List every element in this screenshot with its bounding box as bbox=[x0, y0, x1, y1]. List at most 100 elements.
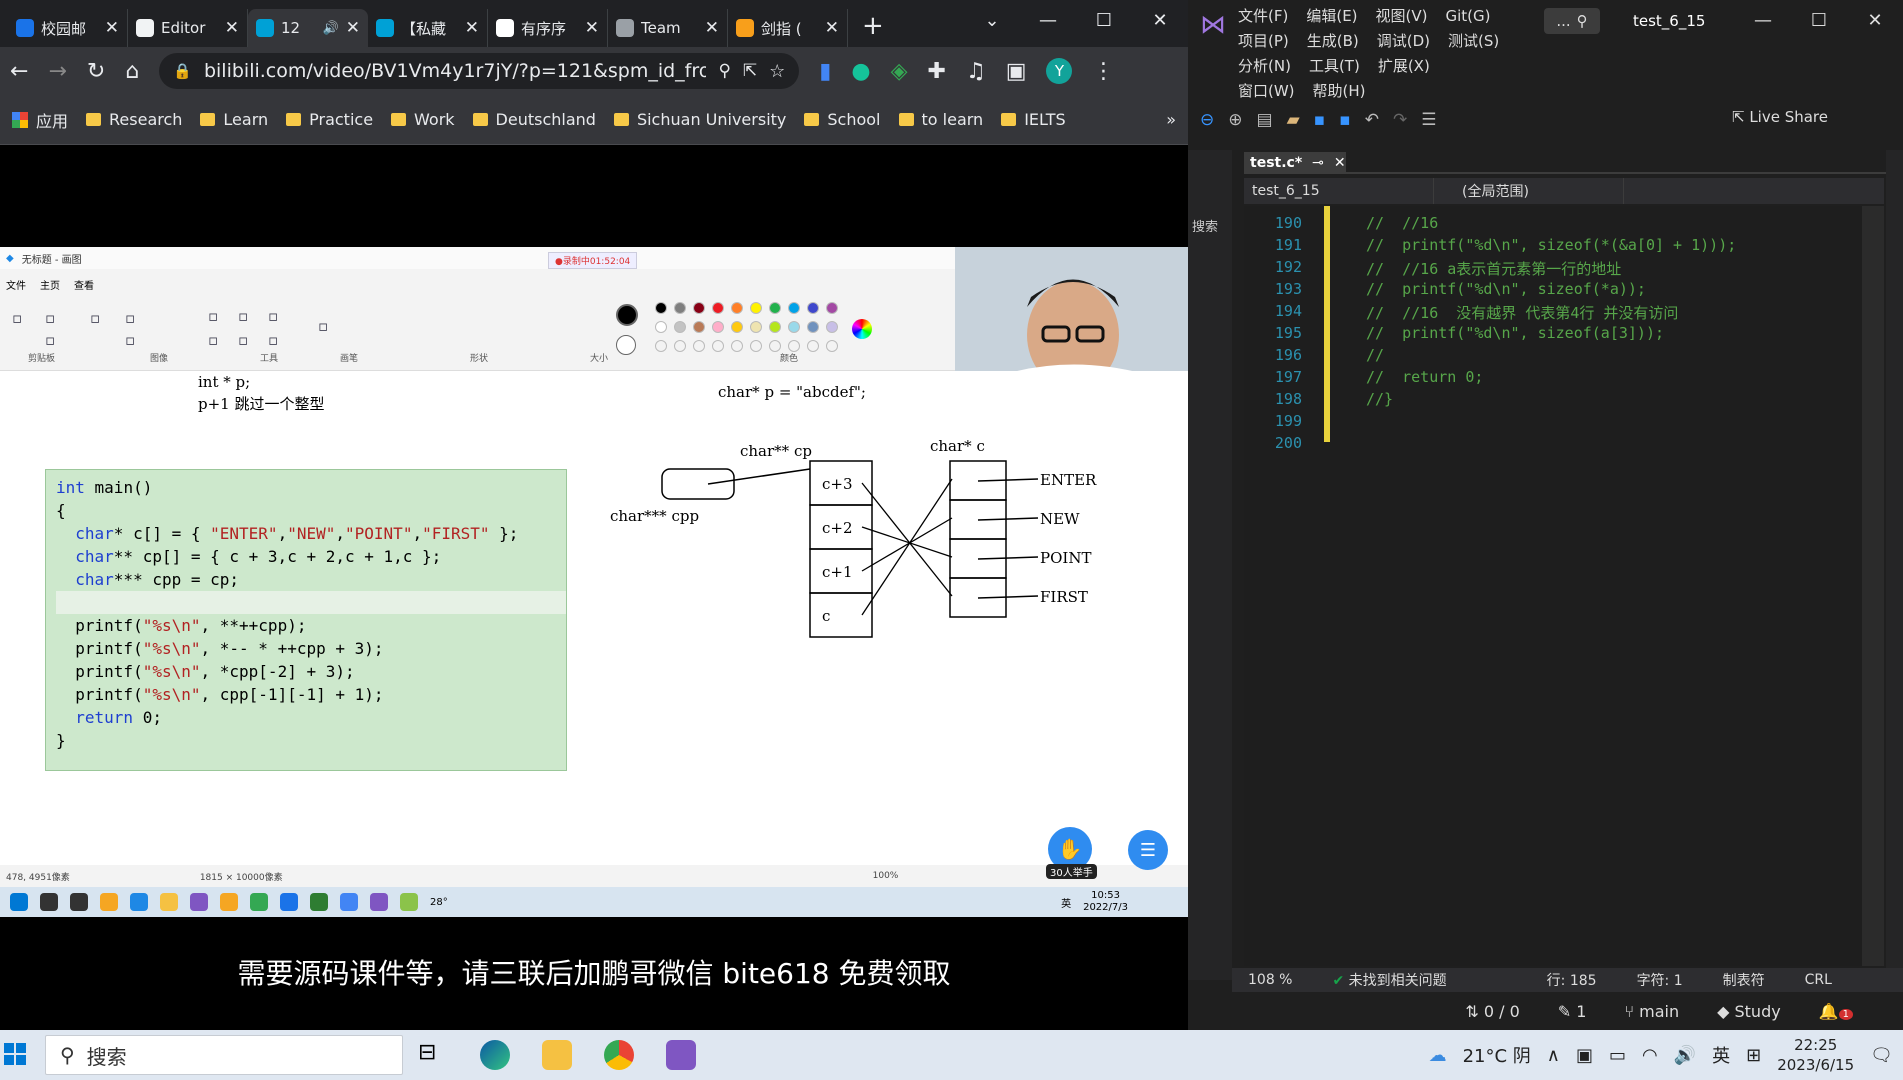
grammarly-extension-icon[interactable]: ● bbox=[851, 59, 870, 84]
copy-icon[interactable]: ▫ bbox=[45, 331, 55, 349]
back-icon[interactable]: ← bbox=[10, 59, 28, 84]
vs-menu-item[interactable]: 扩展(X) bbox=[1378, 54, 1430, 79]
doc-tab-test-c[interactable]: test.c* ⊸ ✕ bbox=[1244, 152, 1346, 174]
save-icon[interactable]: ▪ bbox=[1314, 110, 1326, 130]
browser-tab[interactable]: 剑指 (✕ bbox=[728, 9, 848, 47]
vs-menu-item[interactable]: 生成(B) bbox=[1307, 29, 1359, 54]
color-swatch[interactable] bbox=[655, 321, 667, 333]
weather-icon[interactable]: ☁ bbox=[1429, 1045, 1447, 1066]
inner-taskbar-app-icon[interactable] bbox=[160, 893, 178, 911]
tab-search-icon[interactable]: ⌄ bbox=[964, 0, 1020, 40]
empty-swatch[interactable] bbox=[674, 340, 686, 352]
resize-icon[interactable]: ▫ bbox=[125, 331, 135, 349]
vpn-extension-icon[interactable]: ◈ bbox=[891, 59, 908, 84]
tab-close-icon[interactable]: ✕ bbox=[585, 18, 599, 38]
issues-indicator[interactable]: ✔ 未找到相关问题 bbox=[1332, 970, 1446, 990]
scope-dropdown[interactable]: (全局范围) bbox=[1434, 178, 1624, 204]
color-swatch[interactable] bbox=[826, 321, 838, 333]
tab-close-icon[interactable]: ✕ bbox=[705, 18, 719, 38]
vs-menu-item[interactable]: Git(G) bbox=[1446, 4, 1491, 29]
new-item-icon[interactable]: ▤ bbox=[1257, 110, 1273, 130]
extensions-icon[interactable]: ✚ bbox=[928, 59, 946, 84]
empty-swatch[interactable] bbox=[807, 340, 819, 352]
vs-menu-item[interactable]: 文件(F) bbox=[1238, 4, 1288, 29]
task-view-icon[interactable]: ⊟ bbox=[418, 1040, 448, 1070]
reload-icon[interactable]: ↻ bbox=[87, 59, 105, 84]
bookmark-item[interactable]: 应用 bbox=[12, 108, 68, 132]
wifi-icon[interactable]: ◠ bbox=[1642, 1045, 1658, 1066]
color2-selector[interactable] bbox=[616, 335, 636, 355]
crop-icon[interactable]: ▫ bbox=[125, 309, 135, 327]
tray-chevron-icon[interactable]: ∧ bbox=[1547, 1045, 1560, 1066]
visual-studio-icon[interactable] bbox=[666, 1040, 696, 1070]
home-icon[interactable]: ⌂ bbox=[125, 59, 139, 84]
editor-zoom[interactable]: 108 % bbox=[1248, 972, 1292, 988]
vs-search-button[interactable]: ... ⚲ bbox=[1544, 8, 1600, 34]
browser-tab[interactable]: 有序序 ✕ bbox=[488, 9, 608, 47]
fill-icon[interactable]: ▫ bbox=[238, 307, 248, 325]
file-explorer-icon[interactable] bbox=[542, 1040, 572, 1070]
ime-indicator[interactable]: 英 bbox=[1712, 1042, 1730, 1068]
paint-menu-item[interactable]: 文件 bbox=[6, 277, 26, 292]
tab-close-icon[interactable]: ✕ bbox=[346, 18, 360, 38]
editor-scrollbar[interactable] bbox=[1862, 206, 1884, 966]
project-dropdown[interactable]: test_6_15 bbox=[1244, 178, 1434, 204]
battery-icon[interactable]: ▭ bbox=[1609, 1045, 1626, 1066]
color-swatch[interactable] bbox=[731, 302, 743, 314]
picker-icon[interactable]: ▫ bbox=[238, 331, 248, 349]
inner-taskbar-app-icon[interactable] bbox=[280, 893, 298, 911]
git-changes[interactable]: ⇅ 0 / 0 bbox=[1465, 1002, 1519, 1021]
empty-swatch[interactable] bbox=[712, 340, 724, 352]
bookmark-item[interactable]: Practice bbox=[286, 110, 373, 129]
paint-canvas[interactable]: int * p; p+1 跳过一个整型 char* p = "abcdef"; … bbox=[0, 371, 1188, 865]
empty-swatch[interactable] bbox=[769, 340, 781, 352]
profile-avatar[interactable]: Y bbox=[1046, 58, 1073, 84]
inner-taskbar-app-icon[interactable] bbox=[310, 893, 328, 911]
redo-icon[interactable]: ↷ bbox=[1393, 110, 1407, 130]
new-tab-button[interactable]: + bbox=[862, 11, 884, 41]
pencil-icon[interactable]: ▫ bbox=[208, 307, 218, 325]
live-share-button[interactable]: ⇱ Live Share bbox=[1732, 108, 1828, 126]
bookmark-item[interactable]: School bbox=[804, 110, 881, 129]
bookmark-item[interactable]: Learn bbox=[200, 110, 268, 129]
weather-text[interactable]: 21°C 阴 bbox=[1463, 1042, 1531, 1068]
eol-mode[interactable]: CRL bbox=[1805, 972, 1832, 988]
browser-tab[interactable]: Editor ✕ bbox=[128, 9, 248, 47]
keyboard-layout-icon[interactable]: ⊞ bbox=[1746, 1045, 1761, 1066]
repo-selector[interactable]: ◆ Study bbox=[1717, 1002, 1781, 1021]
vs-menu-item[interactable]: 工具(T) bbox=[1309, 54, 1360, 79]
edit-colors-icon[interactable] bbox=[852, 319, 872, 339]
chrome-icon[interactable] bbox=[604, 1040, 634, 1070]
vs-left-search-label[interactable]: 搜索 bbox=[1192, 216, 1218, 235]
color-swatch[interactable] bbox=[712, 302, 724, 314]
tab-mode[interactable]: 制表符 bbox=[1723, 970, 1765, 990]
bookmark-item[interactable]: Work bbox=[391, 110, 455, 129]
browser-tab[interactable]: Team ✕ bbox=[608, 9, 728, 47]
inner-taskbar-app-icon[interactable] bbox=[10, 893, 28, 911]
empty-swatch[interactable] bbox=[693, 340, 705, 352]
color-swatch[interactable] bbox=[750, 302, 762, 314]
paint-menu-item[interactable]: 查看 bbox=[74, 277, 94, 292]
vs-menu-item[interactable]: 编辑(E) bbox=[1306, 4, 1357, 29]
vs-menu-item[interactable]: 调试(D) bbox=[1377, 29, 1430, 54]
side-panel-icon[interactable]: ▣ bbox=[1006, 59, 1027, 84]
vs-menu-item[interactable]: 项目(P) bbox=[1238, 29, 1289, 54]
inner-taskbar-app-icon[interactable] bbox=[130, 893, 148, 911]
inner-taskbar-app-icon[interactable] bbox=[100, 893, 118, 911]
bookmark-item[interactable]: to learn bbox=[898, 110, 983, 129]
system-clock[interactable]: 22:25 2023/6/15 bbox=[1777, 1035, 1854, 1075]
empty-swatch[interactable] bbox=[655, 340, 667, 352]
docs-extension-icon[interactable]: ▮ bbox=[819, 59, 831, 84]
code-editor[interactable]: 190 // //16 191 // printf("%d\n", sizeof(*(… bbox=[1244, 206, 1881, 966]
tab-close-icon[interactable]: ✕ bbox=[825, 18, 839, 38]
color-swatch[interactable] bbox=[788, 302, 800, 314]
color-swatch[interactable] bbox=[769, 302, 781, 314]
start-button[interactable] bbox=[4, 1043, 26, 1065]
inner-taskbar-app-icon[interactable] bbox=[370, 893, 388, 911]
empty-swatch[interactable] bbox=[731, 340, 743, 352]
pending-edits[interactable]: ✎ 1 bbox=[1558, 1002, 1587, 1021]
open-file-icon[interactable]: ▰ bbox=[1287, 110, 1300, 130]
tab-audio-icon[interactable]: 🔊 bbox=[323, 21, 339, 36]
volume-icon[interactable]: 🔊 bbox=[1674, 1045, 1696, 1066]
paint-menu-item[interactable]: 主页 bbox=[40, 277, 60, 292]
